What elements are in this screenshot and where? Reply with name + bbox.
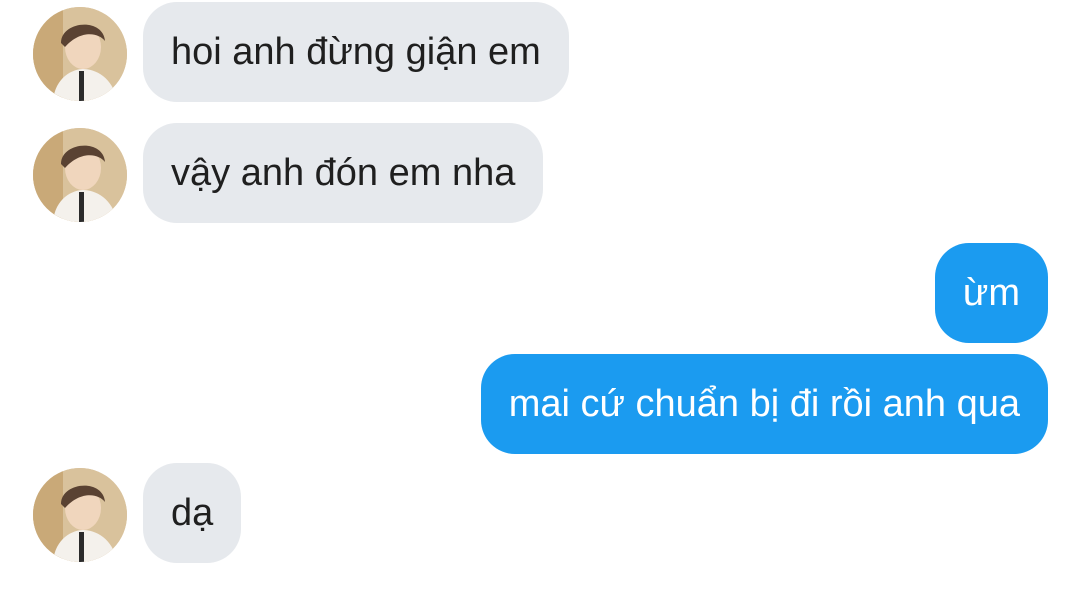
avatar-photo-icon — [33, 7, 127, 101]
message-bubble-incoming[interactable]: dạ — [143, 463, 242, 563]
message-bubble-outgoing[interactable]: ừm — [934, 243, 1048, 343]
contact-avatar[interactable] — [33, 468, 127, 562]
message-bubble-outgoing[interactable]: mai cứ chuẩn bị đi rồi anh qua — [480, 354, 1048, 454]
chat-thread: hoi anh đừng giận em vậy anh đón em nha … — [0, 0, 1080, 595]
message-bubble-incoming[interactable]: vậy anh đón em nha — [143, 123, 544, 223]
message-bubble-incoming[interactable]: hoi anh đừng giận em — [143, 2, 569, 102]
contact-avatar[interactable] — [33, 128, 127, 222]
contact-avatar[interactable] — [33, 7, 127, 101]
avatar-photo-icon — [33, 468, 127, 562]
avatar-photo-icon — [33, 128, 127, 222]
